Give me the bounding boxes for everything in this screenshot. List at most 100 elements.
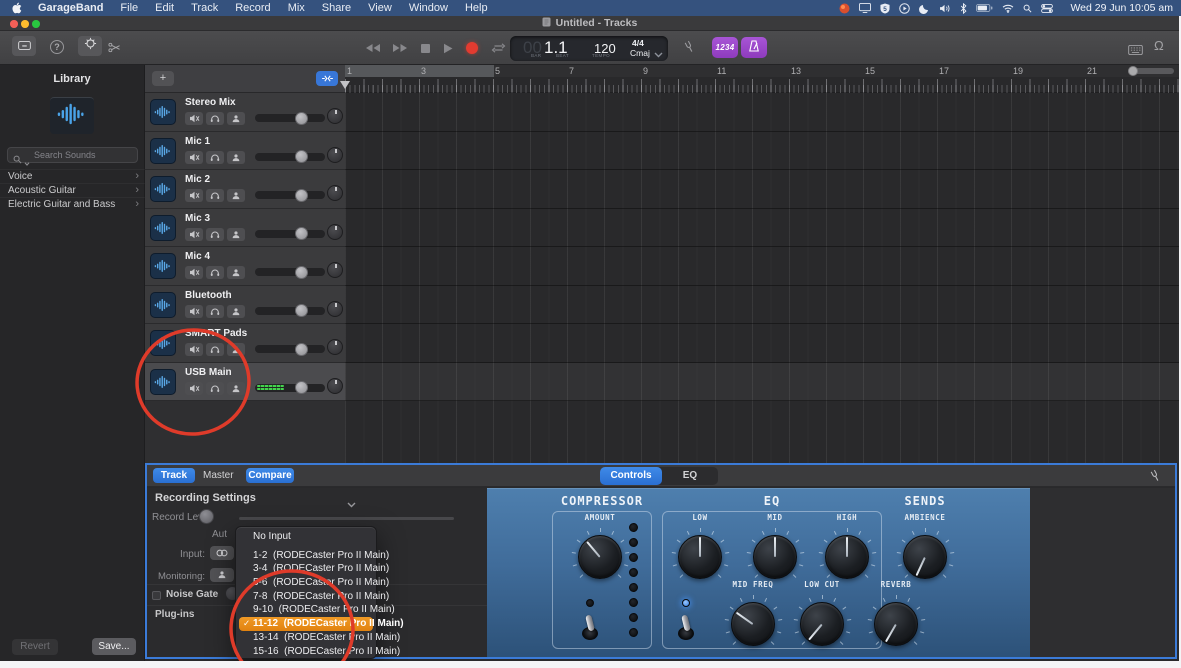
pan-knob[interactable] — [327, 378, 343, 394]
input-menu-item[interactable]: 15-16 (RODECaster Pro II Main) — [236, 645, 376, 659]
input-monitor-button[interactable] — [227, 266, 245, 279]
volume-slider[interactable] — [255, 114, 325, 122]
loop-browser-icon[interactable]: Ω — [1154, 38, 1164, 53]
compare-button[interactable]: Compare — [246, 468, 294, 483]
volume-slider-thumb[interactable] — [295, 189, 308, 202]
volume-slider-thumb[interactable] — [295, 304, 308, 317]
shield-icon[interactable]: 5 — [880, 3, 890, 14]
lcd-key[interactable]: Cmaj — [630, 48, 650, 58]
chevron-down-icon[interactable] — [347, 495, 356, 513]
input-menu-item[interactable]: ✓11-12 (RODECaster Pro II Main) — [239, 617, 373, 631]
track-header-row[interactable]: Mic 2 — [145, 170, 345, 209]
knob-mid-freq[interactable] — [731, 602, 775, 646]
playhead-marker[interactable] — [340, 81, 350, 89]
save-button[interactable]: Save... — [92, 638, 136, 655]
volume-slider-thumb[interactable] — [295, 150, 308, 163]
mute-button[interactable] — [185, 343, 203, 356]
cycle-button[interactable] — [491, 43, 506, 53]
solo-button[interactable] — [206, 112, 224, 125]
menu-mix[interactable]: Mix — [288, 2, 305, 14]
spotlight-search-icon[interactable] — [1023, 4, 1032, 13]
volume-slider-thumb[interactable] — [295, 112, 308, 125]
fast-forward-button[interactable] — [393, 43, 408, 53]
pan-knob[interactable] — [327, 339, 343, 355]
track-header-row[interactable]: USB Main — [145, 363, 345, 402]
monitoring-button[interactable] — [210, 568, 234, 582]
knob-mid[interactable] — [753, 535, 797, 579]
solo-button[interactable] — [206, 343, 224, 356]
volume-slider[interactable] — [255, 345, 325, 353]
volume-slider-thumb[interactable] — [295, 343, 308, 356]
zoom-slider[interactable] — [1128, 68, 1174, 74]
recording-settings-header[interactable]: Recording Settings — [155, 492, 256, 504]
volume-slider[interactable] — [255, 191, 325, 199]
add-track-button[interactable]: + — [152, 71, 174, 86]
input-monitor-button[interactable] — [227, 382, 245, 395]
menu-view[interactable]: View — [368, 2, 392, 14]
lcd-display[interactable]: 00 1.1 BAR BEAT 120 TEMPO 4/4 Cmaj — [510, 36, 668, 61]
track-header-row[interactable]: SMART Pads — [145, 324, 345, 363]
menu-bar-clock[interactable]: Wed 29 Jun 10:05 am — [1070, 0, 1173, 16]
catch-playhead-button[interactable] — [316, 71, 338, 86]
lcd-time-signature[interactable]: 4/4 — [632, 38, 644, 48]
menu-track[interactable]: Track — [191, 2, 218, 14]
control-center-icon[interactable] — [1041, 4, 1053, 13]
menu-garageband[interactable]: GarageBand — [38, 2, 103, 14]
volume-slider[interactable] — [255, 384, 325, 392]
solo-button[interactable] — [206, 266, 224, 279]
knob-low[interactable] — [678, 535, 722, 579]
volume-slider[interactable] — [255, 153, 325, 161]
mute-button[interactable] — [185, 151, 203, 164]
track-header-row[interactable]: Mic 4 — [145, 247, 345, 286]
input-monitor-button[interactable] — [227, 189, 245, 202]
play-circle-icon[interactable] — [899, 3, 910, 14]
timeline-lane[interactable] — [345, 286, 1179, 325]
input-menu-item[interactable]: 13-14 (RODECaster Pro II Main) — [236, 631, 376, 645]
minimize-window-button[interactable] — [21, 20, 29, 28]
count-in-button[interactable]: 1234 — [712, 37, 738, 58]
mute-button[interactable] — [185, 228, 203, 241]
menu-edit[interactable]: Edit — [155, 2, 174, 14]
menu-window[interactable]: Window — [409, 2, 448, 14]
solo-button[interactable] — [206, 189, 224, 202]
bluetooth-icon[interactable] — [960, 3, 967, 14]
pan-knob[interactable] — [327, 108, 343, 124]
menu-file[interactable]: File — [120, 2, 138, 14]
focus-moon-icon[interactable] — [919, 3, 930, 14]
battery-icon[interactable] — [976, 4, 993, 12]
timeline-lane[interactable] — [345, 170, 1179, 209]
volume-slider-thumb[interactable] — [295, 381, 308, 394]
input-menu-item[interactable]: 9-10 (RODECaster Pro II Main) — [236, 603, 376, 617]
menu-record[interactable]: Record — [235, 2, 270, 14]
app-status-icon[interactable] — [839, 3, 850, 14]
input-menu-item[interactable]: 1-2 (RODECaster Pro II Main) — [236, 549, 376, 563]
smart-controls-button[interactable] — [78, 36, 102, 56]
play-button[interactable] — [443, 43, 453, 54]
input-monitor-button[interactable] — [227, 343, 245, 356]
zoom-slider-thumb[interactable] — [1128, 66, 1138, 76]
tab-eq[interactable]: EQ — [662, 467, 718, 485]
pan-knob[interactable] — [327, 301, 343, 317]
search-input[interactable] — [32, 148, 136, 162]
timeline-lane[interactable] — [345, 363, 1179, 402]
editor-button[interactable] — [108, 40, 121, 58]
rewind-button[interactable] — [365, 43, 380, 53]
pan-knob[interactable] — [327, 185, 343, 201]
timeline-lane[interactable] — [345, 324, 1179, 363]
eq-switch[interactable] — [675, 614, 697, 643]
timeline-lane[interactable] — [345, 209, 1179, 248]
menu-help[interactable]: Help — [465, 2, 488, 14]
knob-amount[interactable] — [578, 535, 622, 579]
stop-button[interactable] — [421, 44, 430, 53]
input-monitor-button[interactable] — [227, 305, 245, 318]
mute-button[interactable] — [185, 189, 203, 202]
volume-icon[interactable] — [939, 4, 951, 13]
input-menu-item[interactable]: 7-8 (RODECaster Pro II Main) — [236, 590, 376, 604]
musical-typing-icon[interactable] — [1128, 42, 1143, 60]
sidecar-icon[interactable] — [859, 3, 871, 13]
library-category[interactable]: Voice› — [0, 169, 145, 183]
track-lanes[interactable] — [345, 93, 1179, 463]
solo-button[interactable] — [206, 382, 224, 395]
track-header-row[interactable]: Stereo Mix — [145, 93, 345, 132]
help-button[interactable]: ? — [50, 40, 64, 54]
